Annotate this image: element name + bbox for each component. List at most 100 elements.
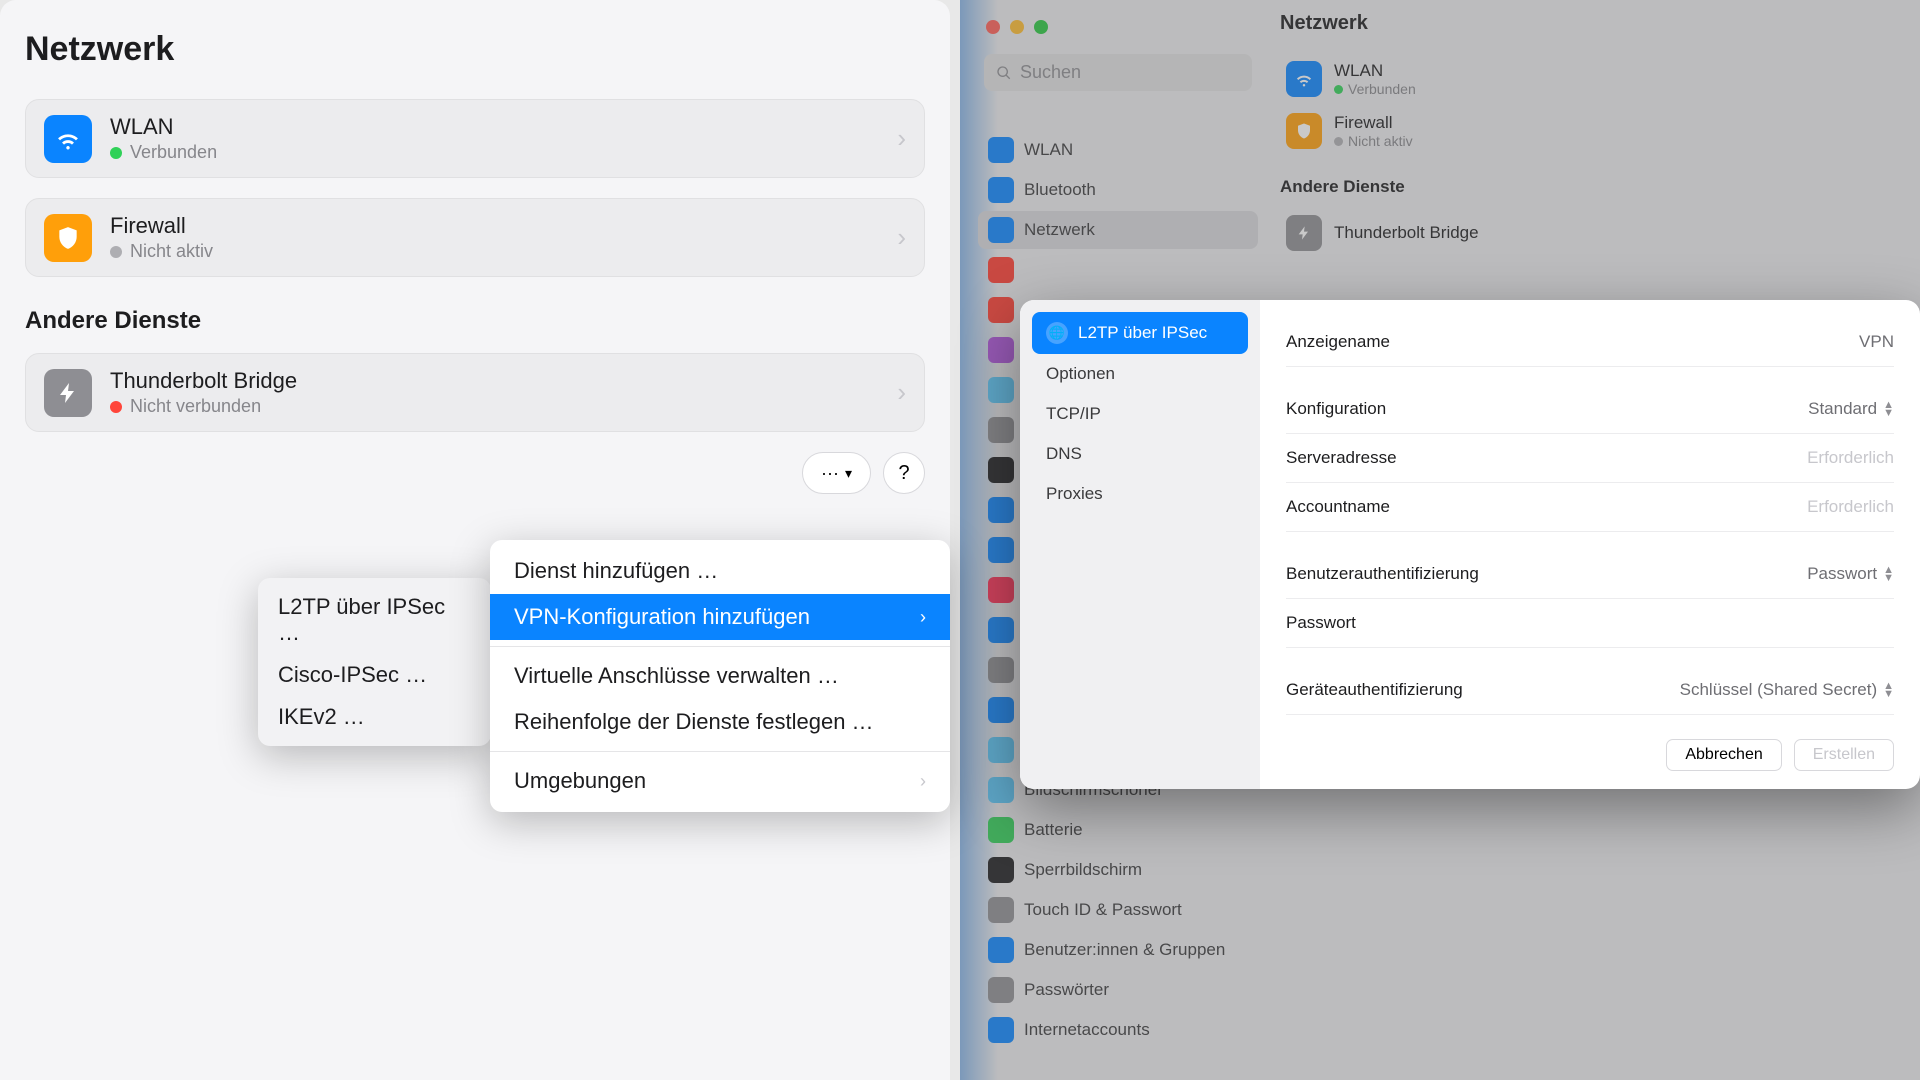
sidebar-icon [988, 257, 1014, 283]
sidebar-icon [988, 1017, 1014, 1043]
service-status: Nicht verbunden [110, 396, 897, 417]
search-input[interactable]: Suchen [984, 54, 1252, 91]
help-button[interactable]: ? [883, 452, 925, 494]
menu-item-add-service[interactable]: Dienst hinzufügen … [490, 548, 950, 594]
sidebar-item[interactable]: Batterie [978, 811, 1258, 849]
window-controls [978, 16, 1258, 54]
sidebar-icon [988, 217, 1014, 243]
sidebar-icon [988, 977, 1014, 1003]
sidebar-icon [988, 817, 1014, 843]
service-status: Verbunden [110, 142, 897, 163]
row-password[interactable]: Passwort [1286, 599, 1894, 648]
select-arrows-icon: ▲▼ [1883, 682, 1894, 698]
sheet-footer: Abbrechen Erstellen [1286, 739, 1894, 771]
sidebar-icon [988, 377, 1014, 403]
chevron-right-icon: › [897, 123, 906, 154]
row-device-auth[interactable]: Geräteauthentifizierung Schlüssel (Share… [1286, 666, 1894, 715]
row-account-name[interactable]: Accountname Erforderlich [1286, 483, 1894, 532]
row-server-address[interactable]: Serveradresse Erforderlich [1286, 434, 1894, 483]
sidebar-icon [988, 537, 1014, 563]
sidebar-item[interactable]: Touch ID & Passwort [978, 891, 1258, 929]
status-dot [110, 147, 122, 159]
service-firewall[interactable]: Firewall Nicht aktiv › [25, 198, 925, 277]
rp-service-thunderbolt[interactable]: Thunderbolt Bridge [1280, 207, 1910, 259]
rp-section-other: Andere Dienste [1280, 177, 1910, 197]
menu-separator [490, 751, 950, 752]
submenu-item-ikev2[interactable]: IKEv2 … [258, 696, 491, 738]
sidebar-item[interactable]: WLAN [978, 131, 1258, 169]
sidebar-icon [988, 737, 1014, 763]
chevron-right-icon: › [897, 222, 906, 253]
vpn-type-submenu: L2TP über IPSec … Cisco-IPSec … IKEv2 … [258, 578, 491, 746]
submenu-item-cisco[interactable]: Cisco-IPSec … [258, 654, 491, 696]
sidebar-icon [988, 137, 1014, 163]
status-dot [110, 401, 122, 413]
service-wlan[interactable]: WLAN Verbunden › [25, 99, 925, 178]
menu-item-add-vpn[interactable]: VPN-Konfiguration hinzufügen› [490, 594, 950, 640]
row-display-name[interactable]: Anzeigename VPN [1286, 318, 1894, 367]
chevron-right-icon: › [897, 377, 906, 408]
vpn-tab-dns[interactable]: DNS [1032, 434, 1248, 474]
sidebar-icon [988, 657, 1014, 683]
close-window-icon[interactable] [986, 20, 1000, 34]
shield-icon [1286, 113, 1322, 149]
sidebar-icon [988, 857, 1014, 883]
sidebar-item[interactable]: Netzwerk [978, 211, 1258, 249]
minimize-window-icon[interactable] [1010, 20, 1024, 34]
chevron-right-icon: › [920, 771, 926, 792]
menu-item-virtual-ports[interactable]: Virtuelle Anschlüsse verwalten … [490, 653, 950, 699]
sidebar-icon [988, 897, 1014, 923]
sidebar-item[interactable]: Sperrbildschirm [978, 851, 1258, 889]
sidebar-item[interactable]: Bluetooth [978, 171, 1258, 209]
vpn-tab-proxies[interactable]: Proxies [1032, 474, 1248, 514]
sidebar-item[interactable] [978, 251, 1258, 289]
service-name: Firewall [110, 213, 897, 239]
service-text: Firewall Nicht aktiv [110, 213, 897, 262]
rp-service-firewall[interactable]: Firewall Nicht aktiv [1280, 105, 1910, 157]
sidebar-icon [988, 777, 1014, 803]
wifi-icon [1286, 61, 1322, 97]
menu-item-service-order[interactable]: Reihenfolge der Dienste festlegen … [490, 699, 950, 745]
sidebar-item[interactable]: Benutzer:innen & Gruppen [978, 931, 1258, 969]
content-title: Netzwerk [1280, 12, 1910, 35]
submenu-item-l2tp[interactable]: L2TP über IPSec … [258, 586, 491, 654]
sidebar-icon [988, 617, 1014, 643]
sidebar-icon [988, 297, 1014, 323]
status-dot [110, 246, 122, 258]
more-actions-button[interactable]: ···▾ [802, 452, 871, 494]
thunderbolt-icon [44, 369, 92, 417]
menu-separator [490, 646, 950, 647]
sidebar-item[interactable]: Internetaccounts [978, 1011, 1258, 1049]
select-arrows-icon: ▲▼ [1883, 401, 1894, 417]
wifi-icon [44, 115, 92, 163]
vpn-tab-tcpip[interactable]: TCP/IP [1032, 394, 1248, 434]
vpn-config-sheet: 🌐L2TP über IPSec Optionen TCP/IP DNS Pro… [1020, 300, 1920, 789]
more-actions-menu: Dienst hinzufügen … VPN-Konfiguration hi… [490, 540, 950, 812]
sidebar-icon [988, 697, 1014, 723]
vpn-tab-options[interactable]: Optionen [1032, 354, 1248, 394]
vpn-sheet-sidebar: 🌐L2TP über IPSec Optionen TCP/IP DNS Pro… [1020, 300, 1260, 789]
sidebar-icon [988, 497, 1014, 523]
service-status: Nicht aktiv [110, 241, 897, 262]
sidebar-item[interactable]: Passwörter [978, 971, 1258, 1009]
chevron-right-icon: › [920, 607, 926, 628]
cancel-button[interactable]: Abbrechen [1666, 739, 1781, 771]
service-text: WLAN Verbunden [110, 114, 897, 163]
sidebar-icon [988, 337, 1014, 363]
shield-icon [44, 214, 92, 262]
service-thunderbolt[interactable]: Thunderbolt Bridge Nicht verbunden › [25, 353, 925, 432]
select-arrows-icon: ▲▼ [1883, 566, 1894, 582]
zoom-window-icon[interactable] [1034, 20, 1048, 34]
create-button[interactable]: Erstellen [1794, 739, 1894, 771]
menu-item-environments[interactable]: Umgebungen› [490, 758, 950, 804]
thunderbolt-icon [1286, 215, 1322, 251]
row-user-auth[interactable]: Benutzerauthentifizierung Passwort▲▼ [1286, 550, 1894, 599]
sidebar-icon [988, 577, 1014, 603]
row-configuration[interactable]: Konfiguration Standard▲▼ [1286, 385, 1894, 434]
action-row: ···▾ ? [25, 452, 925, 494]
service-name: WLAN [110, 114, 897, 140]
vpn-tab-l2tp[interactable]: 🌐L2TP über IPSec [1032, 312, 1248, 354]
search-icon [996, 65, 1012, 81]
service-text: Thunderbolt Bridge Nicht verbunden [110, 368, 897, 417]
rp-service-wlan[interactable]: WLAN Verbunden [1280, 53, 1910, 105]
